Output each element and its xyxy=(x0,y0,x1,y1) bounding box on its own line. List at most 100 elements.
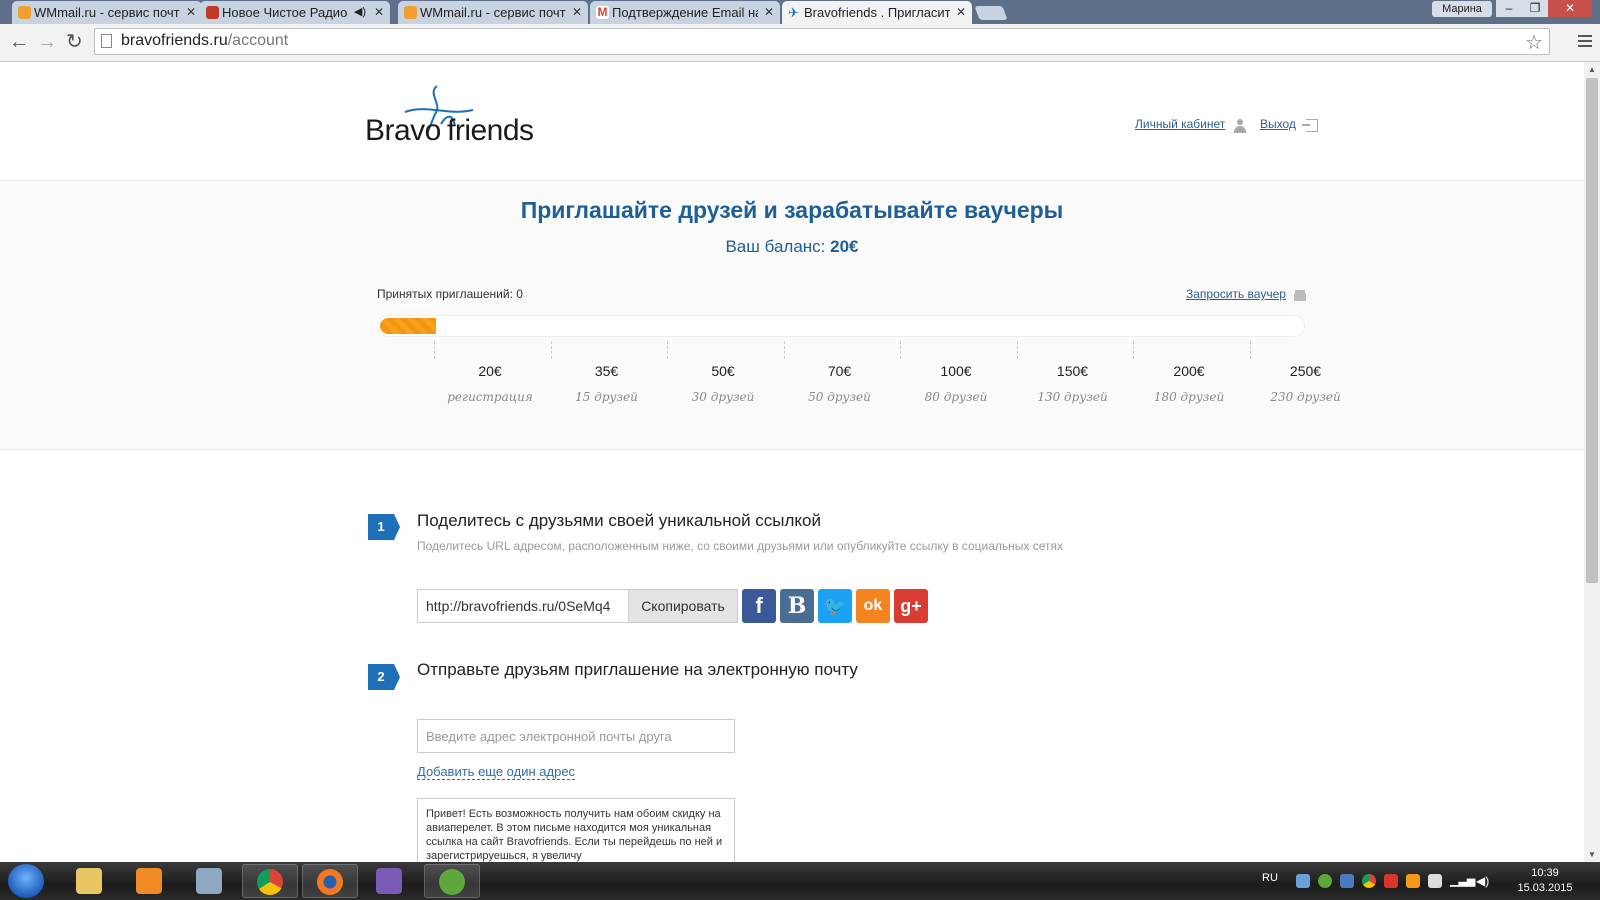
firefox-icon xyxy=(317,869,343,895)
copy-button[interactable]: Скопировать xyxy=(628,589,738,623)
tray-chrome-icon[interactable] xyxy=(1362,874,1376,888)
milestone-tick xyxy=(434,341,436,359)
friend-email-input[interactable]: Введите адрес электронной почты друга xyxy=(417,719,735,753)
milestone-amount: 50€ xyxy=(711,363,735,379)
milestone-tick xyxy=(900,341,902,359)
tray-network-icon[interactable] xyxy=(1296,874,1310,888)
page-icon xyxy=(101,34,112,48)
tray-display-icon[interactable] xyxy=(1340,874,1354,888)
visual-studio-icon xyxy=(376,868,402,894)
restore-icon[interactable]: ❐ xyxy=(1522,0,1548,17)
share-url-field[interactable]: http://bravofriends.ru/0SeMq4 xyxy=(417,589,629,623)
milestone-condition: 130 друзей xyxy=(1037,390,1108,404)
milestone-condition: 15 друзей xyxy=(575,390,638,404)
bookmark-star-icon[interactable]: ☆ xyxy=(1525,30,1543,55)
close-tab-icon[interactable]: ✕ xyxy=(186,1,196,24)
start-button-icon[interactable] xyxy=(8,864,44,898)
banner-title: Приглашайте друзей и зарабатывайте вауче… xyxy=(520,197,1064,223)
user-profile-badge[interactable]: Марина xyxy=(1432,1,1492,17)
twitter-icon[interactable]: 🐦 xyxy=(818,589,852,623)
tray-utorrent-icon[interactable] xyxy=(1318,874,1332,888)
firefox-taskbar-button[interactable] xyxy=(302,864,358,898)
bravofriends-logo[interactable]: Bravo friends xyxy=(365,84,535,154)
close-tab-icon[interactable]: ✕ xyxy=(374,1,384,24)
scroll-up-icon[interactable]: ▲ xyxy=(1588,65,1596,74)
address-bar[interactable]: bravofriends.ru/account ☆ xyxy=(94,28,1550,55)
back-arrow-icon[interactable]: ← xyxy=(9,30,29,54)
step-2-badge: 2 xyxy=(368,664,400,690)
milestone-tick xyxy=(667,341,669,359)
system-clock[interactable]: 10:39 15.03.2015 xyxy=(1510,866,1580,896)
milestone-condition: 180 друзей xyxy=(1153,390,1225,404)
browser-tab[interactable]: WMmail.ru - сервис почт ✕ xyxy=(12,1,202,24)
minimize-icon[interactable]: – xyxy=(1496,0,1522,17)
url-text[interactable]: bravofriends.ru/account xyxy=(121,32,288,50)
invite-progress-bar xyxy=(377,315,1305,337)
windows-taskbar: RU ▁▃▅ ◀︎) 10:39 15.03.2015 xyxy=(0,862,1600,900)
clock-time: 10:39 xyxy=(1531,867,1559,879)
invite-message-textarea[interactable]: Привет! Есть возможность получить нам об… xyxy=(417,798,735,862)
browser-tab-active[interactable]: ✈︎ Bravofriends . Пригласите ✕ xyxy=(782,1,972,24)
milestone-amount: 100€ xyxy=(940,363,972,379)
milestone-tick xyxy=(1133,341,1135,359)
step-1-description: Поделитесь URL адресом, расположенным ни… xyxy=(417,539,1063,553)
chrome-taskbar-button[interactable] xyxy=(242,864,298,898)
visual-studio-taskbar-button[interactable] xyxy=(362,864,418,898)
odnoklassniki-icon[interactable]: ok xyxy=(856,589,890,623)
scrollbar-thumb[interactable] xyxy=(1586,78,1598,583)
calculator-taskbar-button[interactable] xyxy=(182,864,238,898)
balance-value: 20€ xyxy=(830,237,859,256)
tray-security-icon[interactable] xyxy=(1384,874,1398,888)
account-link[interactable]: Личный кабинет xyxy=(1135,117,1225,131)
bravofriends-favicon-icon: ✈︎ xyxy=(788,5,799,20)
balance: Ваш баланс: 20€ xyxy=(725,237,859,256)
accepted-invites: Принятых приглашений: 0 xyxy=(377,287,523,301)
language-indicator[interactable]: RU xyxy=(1262,872,1278,884)
logo-word-friends: friends xyxy=(447,114,534,147)
reload-icon[interactable]: ↻ xyxy=(66,30,83,54)
radio-favicon-icon xyxy=(206,6,219,19)
gmail-favicon-icon: M xyxy=(596,5,609,19)
add-another-address-link[interactable]: Добавить еще один адрес xyxy=(417,764,576,780)
utorrent-taskbar-button[interactable] xyxy=(424,864,480,898)
request-voucher-link[interactable]: Запросить ваучер xyxy=(1186,287,1286,301)
window-close-icon[interactable]: ✕ xyxy=(1548,0,1592,17)
google-plus-icon[interactable]: g+ xyxy=(894,589,928,623)
browser-tab[interactable]: M Подтверждение Email на ✕ xyxy=(590,1,780,24)
tray-rss-icon[interactable] xyxy=(1406,874,1420,888)
new-tab-button[interactable] xyxy=(974,6,1008,20)
audio-playing-icon[interactable]: ◀︎) xyxy=(354,1,366,24)
step-2-title: Отправьте друзьям приглашение на электро… xyxy=(417,660,858,679)
forward-arrow-icon[interactable]: → xyxy=(37,30,57,54)
wmmail-favicon-icon xyxy=(404,6,417,19)
tray-device-icon[interactable] xyxy=(1428,874,1442,888)
milestone-tick xyxy=(550,341,553,359)
milestone-condition: регистрация xyxy=(447,390,533,404)
browser-toolbar: ← → ↻ bravofriends.ru/account ☆ xyxy=(0,24,1600,62)
browser-menu-icon[interactable] xyxy=(1578,32,1592,50)
vk-icon[interactable]: B xyxy=(780,589,814,623)
step-1-badge: 1 xyxy=(368,514,400,540)
explorer-taskbar-button[interactable] xyxy=(62,864,118,898)
tray-signal-icon[interactable]: ▁▃▅ xyxy=(1450,874,1475,888)
folder-icon xyxy=(76,868,102,894)
logout-link[interactable]: Выход xyxy=(1260,117,1296,131)
facebook-icon[interactable]: f xyxy=(742,589,776,623)
chrome-icon xyxy=(257,869,283,895)
close-tab-icon[interactable]: ✕ xyxy=(764,1,774,24)
close-tab-icon[interactable]: ✕ xyxy=(956,1,966,24)
media-player-icon xyxy=(136,868,162,894)
milestone-condition: 30 друзей xyxy=(691,390,755,404)
browser-tab[interactable]: WMmail.ru - сервис почт ✕ xyxy=(398,1,588,24)
page-scrollbar[interactable]: ▲ ▼ xyxy=(1584,62,1600,862)
invite-banner: Приглашайте друзей и зарабатывайте вауче… xyxy=(0,180,1584,450)
browser-tab[interactable]: Новое Чистое Радио ◀︎) ✕ xyxy=(200,1,390,24)
progress-fill xyxy=(380,318,436,334)
media-player-taskbar-button[interactable] xyxy=(122,864,178,898)
scroll-down-icon[interactable]: ▼ xyxy=(1588,850,1596,859)
close-tab-icon[interactable]: ✕ xyxy=(572,1,582,24)
clock-date: 15.03.2015 xyxy=(1517,882,1573,894)
tray-volume-icon[interactable]: ◀︎) xyxy=(1476,874,1490,888)
logout-icon xyxy=(1302,119,1318,132)
step-1-title: Поделитесь с друзьями своей уникальной с… xyxy=(417,511,821,530)
